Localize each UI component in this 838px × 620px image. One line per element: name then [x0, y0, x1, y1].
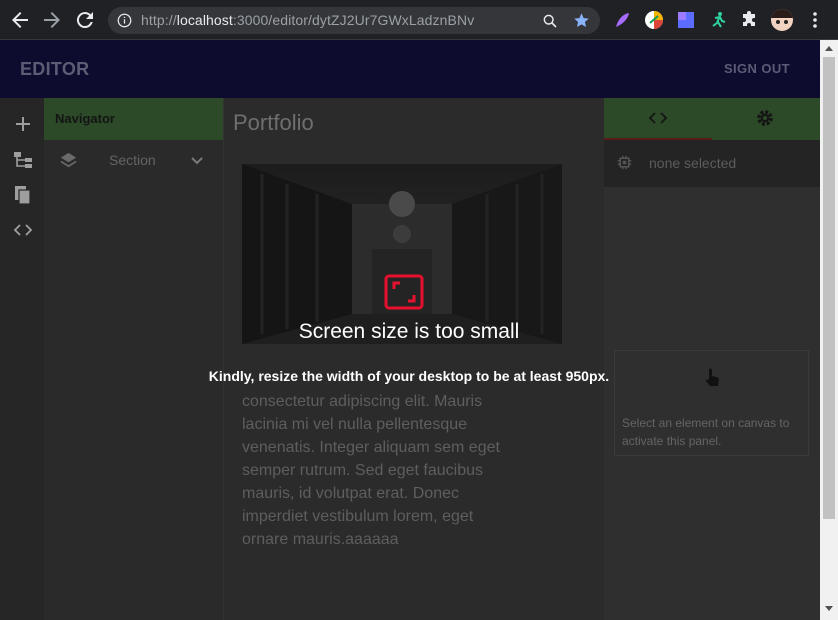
scroll-up-arrow-icon[interactable] — [824, 44, 834, 52]
zoom-icon[interactable] — [542, 13, 558, 29]
tool-strip — [0, 98, 44, 620]
tab-code[interactable] — [604, 98, 712, 140]
navigator-panel: Navigator Section — [44, 98, 224, 620]
navigator-item-label: Section — [109, 152, 156, 168]
extension-runner-icon[interactable] — [708, 10, 728, 30]
info-icon[interactable] — [117, 13, 132, 28]
code-icon — [648, 112, 668, 124]
app-title: EDITOR — [20, 59, 90, 79]
hero-image — [242, 164, 562, 344]
url-host: localhost — [176, 12, 233, 28]
properties-tabs — [604, 98, 820, 140]
scroll-thumb[interactable] — [823, 57, 835, 519]
copy-pages-icon[interactable] — [13, 185, 33, 205]
chevron-down-icon[interactable] — [190, 154, 204, 168]
navigator-header: Navigator — [44, 98, 223, 140]
extension-feather-icon[interactable] — [612, 10, 632, 30]
tree-structure-icon[interactable] — [13, 150, 33, 170]
layers-icon — [60, 152, 77, 168]
reload-icon[interactable] — [73, 8, 97, 32]
page-title: Portfolio — [233, 110, 314, 135]
code-icon[interactable] — [13, 220, 33, 240]
url-scheme: http:// — [141, 12, 177, 28]
empty-selection-hint: Select an element on canvas to activate … — [622, 416, 790, 448]
body-paragraph: consectetur adipiscing elit. Mauris laci… — [242, 393, 500, 548]
forward-arrow-icon[interactable] — [40, 8, 64, 32]
extension-chart-icon[interactable] — [644, 10, 664, 30]
chip-icon — [617, 155, 632, 170]
navigator-item-section[interactable]: Section — [44, 140, 223, 180]
address-bar[interactable]: http://localhost:3000/editor/dytZJ2Ur7GW… — [108, 7, 600, 34]
back-arrow-icon[interactable] — [8, 8, 32, 32]
navigator-title: Navigator — [55, 111, 115, 126]
profile-avatar[interactable] — [771, 9, 793, 31]
browser-toolbar: http://localhost:3000/editor/dytZJ2Ur7GW… — [0, 0, 838, 40]
app-header: EDITOR SIGN OUT — [0, 40, 820, 98]
page-scrollbar[interactable] — [820, 40, 838, 620]
extensions-puzzle-icon[interactable] — [740, 10, 760, 30]
scroll-down-arrow-icon[interactable] — [824, 605, 834, 613]
url-path: :3000/editor/dytZJ2Ur7GWxLadznBNv — [232, 12, 475, 28]
none-selected-label: none selected — [649, 155, 737, 171]
extension-grid-icon[interactable] — [676, 10, 696, 30]
browser-menu-icon[interactable] — [807, 11, 823, 29]
properties-panel: none selected Select an element on canva… — [604, 98, 820, 620]
bookmark-star-icon[interactable] — [573, 12, 590, 29]
empty-selection-card: Select an element on canvas to activate … — [614, 350, 809, 456]
selection-status: none selected — [604, 140, 820, 187]
url-text: http://localhost:3000/editor/dytZJ2Ur7GW… — [141, 12, 474, 28]
editor-canvas[interactable]: Portfolio consectetur adipiscing elit. M… — [224, 98, 604, 620]
add-icon[interactable] — [13, 114, 33, 134]
tab-settings[interactable] — [712, 98, 820, 140]
hallway-photo — [242, 164, 562, 344]
sign-out-button[interactable]: SIGN OUT — [724, 61, 790, 76]
gear-icon — [757, 110, 773, 126]
pointer-hand-icon — [705, 368, 719, 386]
